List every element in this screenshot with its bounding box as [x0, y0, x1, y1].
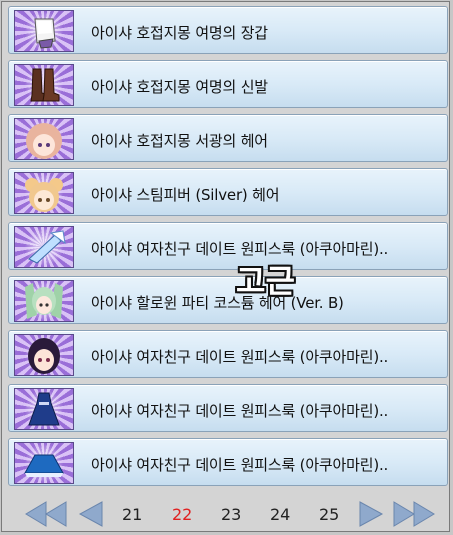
overlay-text: 고근 — [236, 262, 295, 300]
item-label: 아이샤 할로윈 파티 코스튬 헤어 (Ver. B) — [91, 294, 344, 312]
hair-icon — [14, 280, 74, 322]
list-item-hair[interactable]: 아이샤 호접지몽 서광의 헤어 — [8, 114, 448, 162]
list-item-skirt[interactable]: 아이샤 여자친구 데이트 원피스룩 (아쿠아마린).. — [8, 438, 448, 486]
double-right-arrow-icon — [393, 501, 435, 527]
list-item-dress[interactable]: 아이샤 여자친구 데이트 원피스룩 (아쿠아마린).. — [8, 384, 448, 432]
next-page-button[interactable] — [358, 500, 384, 528]
page-25[interactable]: 25 — [319, 505, 339, 524]
list-item-weapon[interactable]: 아이샤 여자친구 데이트 원피스룩 (아쿠아마린).. — [8, 222, 448, 270]
item-label: 아이샤 호접지몽 서광의 헤어 — [91, 132, 268, 150]
page-23[interactable]: 23 — [221, 505, 241, 524]
item-label: 아이샤 호접지몽 여명의 신발 — [91, 78, 268, 96]
item-list: 아이샤 호접지몽 여명의 장갑 아이샤 호접지몽 여명의 신발 아이샤 호접지몽… — [8, 6, 448, 492]
prev-page-button[interactable] — [78, 500, 104, 528]
list-item-gloves[interactable]: 아이샤 호접지몽 여명의 장갑 — [8, 6, 448, 54]
list-item-halloween-hair[interactable]: 아이샤 할로윈 파티 코스튬 헤어 (Ver. B) — [8, 276, 448, 324]
list-item-boots[interactable]: 아이샤 호접지몽 여명의 신발 — [8, 60, 448, 108]
list-item-hair-silver[interactable]: 아이샤 스팀피버 (Silver) 헤어 — [8, 168, 448, 216]
hair-icon — [14, 118, 74, 160]
item-label: 아이샤 여자친구 데이트 원피스룩 (아쿠아마린).. — [91, 348, 389, 366]
page-22-current[interactable]: 22 — [172, 505, 192, 524]
boots-icon — [14, 64, 74, 106]
hair-icon — [14, 172, 74, 214]
item-label: 아이샤 스팀피버 (Silver) 헤어 — [91, 186, 280, 204]
weapon-icon — [14, 226, 74, 268]
item-list-window: 아이샤 호접지몽 여명의 장갑 아이샤 호접지몽 여명의 신발 아이샤 호접지몽… — [1, 1, 450, 532]
last-page-button[interactable] — [392, 500, 436, 528]
list-item-dark-hair[interactable]: 아이샤 여자친구 데이트 원피스룩 (아쿠아마린).. — [8, 330, 448, 378]
gloves-icon — [14, 10, 74, 52]
page-21[interactable]: 21 — [122, 505, 142, 524]
first-page-button[interactable] — [24, 500, 68, 528]
skirt-icon — [14, 442, 74, 484]
page-24[interactable]: 24 — [270, 505, 290, 524]
left-arrow-icon — [78, 501, 103, 527]
item-label: 아이샤 여자친구 데이트 원피스룩 (아쿠아마린).. — [91, 456, 389, 474]
hair-icon — [14, 334, 74, 376]
dress-icon — [14, 388, 74, 430]
pagination: 21 22 23 24 25 — [8, 496, 448, 532]
right-arrow-icon — [359, 501, 384, 527]
double-left-arrow-icon — [25, 501, 67, 527]
item-label: 아이샤 호접지몽 여명의 장갑 — [91, 24, 268, 42]
item-label: 아이샤 여자친구 데이트 원피스룩 (아쿠아마린).. — [91, 402, 389, 420]
